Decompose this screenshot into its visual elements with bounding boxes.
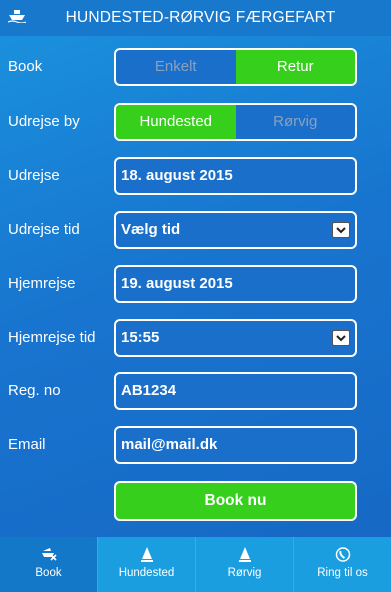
udrejse-tid-label: Udrejse tid — [8, 221, 80, 238]
tab-rorvig[interactable]: Rørvig — [195, 537, 293, 592]
chevron-down-icon[interactable] — [332, 222, 350, 238]
tab-ring-til-os-label: Ring til os — [317, 567, 368, 579]
sailboat-icon — [238, 547, 251, 567]
option-rorvig[interactable]: Rørvig — [236, 105, 356, 139]
hjemrejse-row: Hjemrejse 19. august 2015 — [0, 263, 391, 305]
email-row: Email mail@mail.dk — [0, 424, 391, 466]
ferry-icon — [7, 9, 27, 24]
book-type-toggle: Enkelt Retur — [114, 48, 357, 86]
departure-time-value: Vælg tid — [121, 221, 181, 238]
udrejse-label: Udrejse — [8, 167, 60, 184]
phone-icon — [335, 547, 350, 567]
app-header: HUNDESTED-RØRVIG FÆRGEFART — [0, 0, 391, 36]
udrejse-by-row: Udrejse by Hundested Rørvig — [0, 101, 391, 143]
hjemrejse-label: Hjemrejse — [8, 275, 76, 292]
email-field[interactable]: mail@mail.dk — [114, 426, 357, 464]
email-label: Email — [8, 436, 46, 453]
reg-no-field[interactable]: AB1234 — [114, 372, 357, 410]
tab-hundested-label: Hundested — [118, 567, 175, 579]
tab-rorvig-label: Rørvig — [227, 567, 262, 579]
option-enkelt[interactable]: Enkelt — [116, 50, 236, 84]
departure-date-field[interactable]: 18. august 2015 — [114, 157, 357, 195]
page-title: HUNDESTED-RØRVIG FÆRGEFART — [65, 9, 336, 26]
option-retur[interactable]: Retur — [235, 50, 355, 84]
return-time-value: 15:55 — [121, 329, 160, 346]
udrejse-by-label: Udrejse by — [8, 113, 80, 130]
tab-bar: Book Hundested Rørvig Ring til os — [0, 537, 391, 592]
tab-book-label: Book — [35, 567, 62, 579]
book-now-button[interactable]: Book nu — [114, 481, 357, 521]
departure-city-toggle: Hundested Rørvig — [114, 103, 357, 141]
option-hundested[interactable]: Hundested — [116, 105, 236, 139]
sailboat-icon — [140, 547, 153, 567]
tab-ring-til-os[interactable]: Ring til os — [293, 537, 391, 592]
return-time-select[interactable]: 15:55 — [114, 319, 357, 357]
udrejse-tid-row: Udrejse tid Vælg tid — [0, 209, 391, 251]
departure-time-select[interactable]: Vælg tid — [114, 211, 357, 249]
ferry-ticket-icon — [41, 547, 57, 566]
hjemrejse-tid-row: Hjemrejse tid 15:55 — [0, 317, 391, 359]
udrejse-row: Udrejse 18. august 2015 — [0, 155, 391, 197]
book-label: Book — [8, 58, 43, 75]
tab-hundested[interactable]: Hundested — [97, 537, 195, 592]
return-date-field[interactable]: 19. august 2015 — [114, 265, 357, 303]
reg-no-label: Reg. no — [8, 382, 61, 399]
reg-no-row: Reg. no AB1234 — [0, 370, 391, 412]
book-row: Book Enkelt Retur — [0, 46, 391, 88]
hjemrejse-tid-label: Hjemrejse tid — [8, 329, 96, 346]
chevron-down-icon[interactable] — [332, 330, 350, 346]
tab-book[interactable]: Book — [0, 537, 97, 592]
